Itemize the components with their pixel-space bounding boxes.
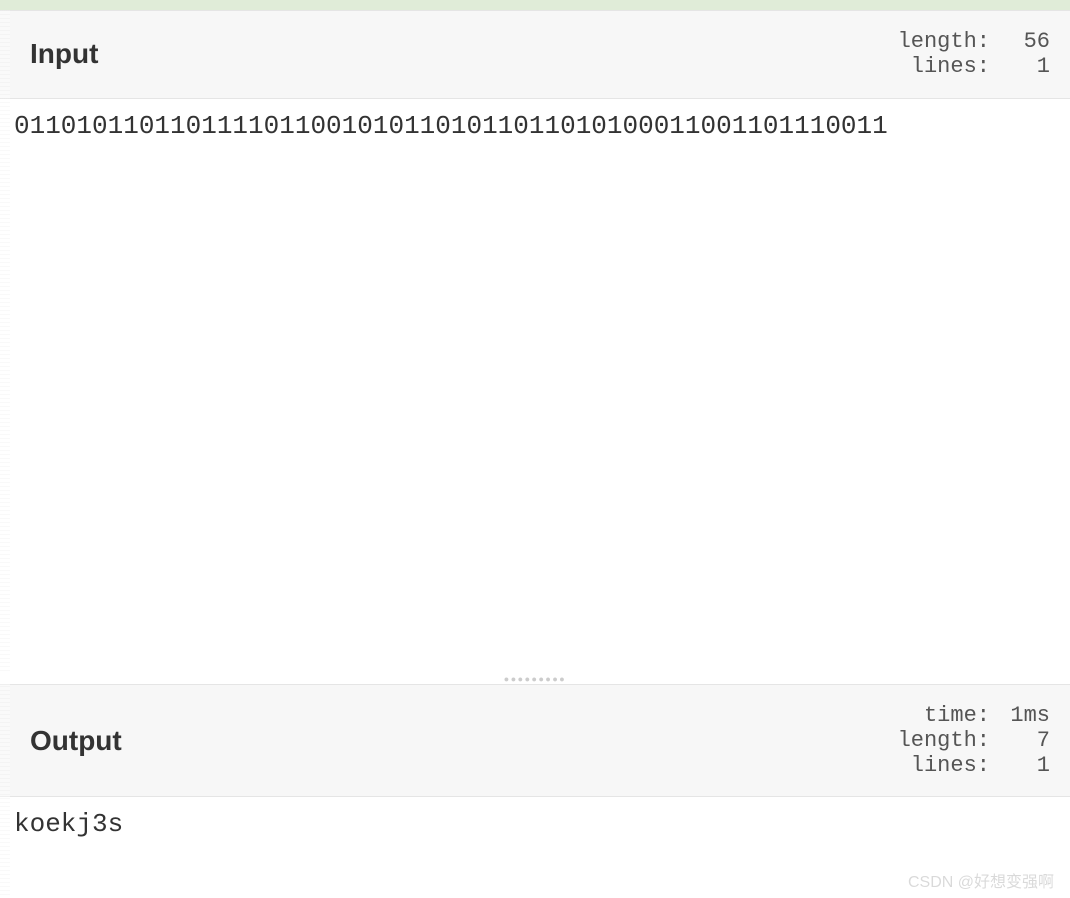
input-length-row: length: 56	[890, 29, 1050, 54]
input-header: Input length: 56 lines: 1	[0, 10, 1070, 99]
input-title: Input	[30, 38, 98, 70]
input-length-value: 56	[990, 29, 1050, 54]
output-header: Output time: 1ms length: 7 lines: 1	[0, 684, 1070, 798]
input-lines-label: lines:	[890, 54, 990, 79]
input-lines-value: 1	[990, 54, 1050, 79]
output-panel: Output time: 1ms length: 7 lines: 1 koek…	[0, 684, 1070, 852]
output-lines-value: 1	[990, 753, 1050, 778]
output-stats: time: 1ms length: 7 lines: 1	[890, 703, 1050, 779]
watermark-text: CSDN @好想变强啊	[908, 868, 1054, 892]
output-title: Output	[30, 725, 122, 757]
output-length-row: length: 7	[890, 728, 1050, 753]
input-textarea[interactable]: 0110101101101111011001010110101101101010…	[0, 99, 1070, 674]
top-accent-bar	[0, 0, 1070, 10]
output-time-row: time: 1ms	[890, 703, 1050, 728]
output-textarea[interactable]: koekj3s	[0, 797, 1070, 851]
splitter-handle-icon: ●●●●●●●●●	[504, 674, 566, 684]
input-lines-row: lines: 1	[890, 54, 1050, 79]
input-panel: Input length: 56 lines: 1 01101011011011…	[0, 10, 1070, 674]
output-length-value: 7	[990, 728, 1050, 753]
output-time-value: 1ms	[990, 703, 1050, 728]
output-lines-row: lines: 1	[890, 753, 1050, 778]
output-time-label: time:	[890, 703, 990, 728]
input-stats: length: 56 lines: 1	[890, 29, 1050, 80]
panel-splitter[interactable]: ●●●●●●●●●	[0, 674, 1070, 684]
output-lines-label: lines:	[890, 753, 990, 778]
input-length-label: length:	[890, 29, 990, 54]
output-length-label: length:	[890, 728, 990, 753]
